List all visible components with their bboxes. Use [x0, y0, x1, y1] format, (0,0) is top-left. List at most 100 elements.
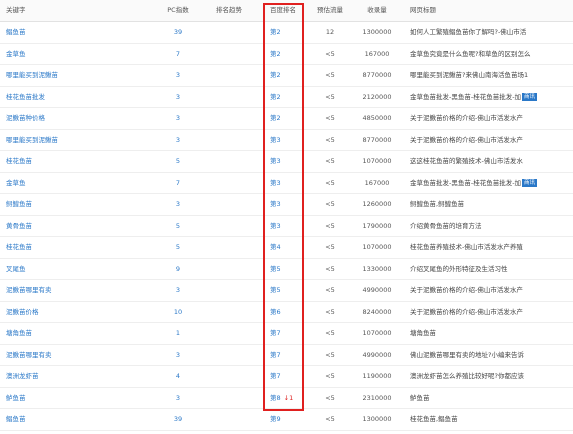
est-flow-value: <5	[325, 157, 335, 165]
header-baidu-rank[interactable]: 百度排名	[270, 0, 306, 21]
rank-value: 第5	[270, 264, 281, 273]
page-title-link[interactable]: 哪里能买到泥鳅苗?来佛山南海活鱼苗场1	[410, 65, 570, 86]
page-title-link[interactable]: 如何人工繁殖鲳鱼苗你了解吗?-佛山市活	[410, 22, 570, 43]
pc-index-link[interactable]: 3	[160, 65, 196, 86]
pc-index-link[interactable]: 3	[160, 194, 196, 215]
keyword-link[interactable]: 泥鳅苗哪里有卖	[6, 345, 136, 366]
page-title-link[interactable]: 塘角鱼苗	[410, 323, 570, 344]
page-title-link[interactable]: 佛山泥鳅苗哪里有卖的地址?小编来告诉	[410, 345, 570, 366]
keyword-link[interactable]: 桂花鱼苗	[6, 237, 136, 258]
page-title-link[interactable]: 桂花鱼苗养殖技术-佛山市活发水产养殖	[410, 237, 570, 258]
pc-index-link[interactable]: 3	[160, 130, 196, 151]
pc-index-link[interactable]: 3	[160, 87, 196, 108]
keyword-link[interactable]: 泥鳅苗价格	[6, 302, 136, 323]
page-title-link[interactable]: 这这桂花鱼苗的繁殖技术-佛山市活发水	[410, 151, 570, 172]
page-title-link[interactable]: 关于泥鳅苗价格的介绍-佛山市活发水产	[410, 302, 570, 323]
page-title-link[interactable]: 关于泥鳅苗价格的介绍-佛山市活发水产	[410, 108, 570, 129]
header-est-flow[interactable]: 预估流量	[312, 0, 348, 21]
baidu-rank-link[interactable]: 第2	[270, 87, 306, 108]
baidu-rank-link[interactable]: 第4	[270, 237, 306, 258]
pc-index-link[interactable]: 1	[160, 323, 196, 344]
keyword-link[interactable]: 金草鱼	[6, 173, 136, 194]
page-title-link[interactable]: 关于泥鳅苗价格的介绍-佛山市活发水产	[410, 280, 570, 301]
pc-index-link[interactable]: 5	[160, 237, 196, 258]
pc-index-link[interactable]: 3	[160, 345, 196, 366]
baidu-rank-link[interactable]: 第5	[270, 259, 306, 280]
baidu-rank-link[interactable]: 第7	[270, 323, 306, 344]
table-row: 金草鱼 7 第2 <5 167000 金草鱼究竟是什么鱼呢?和草鱼的区别怎么	[0, 44, 573, 65]
baidu-rank-link[interactable]: 第2	[270, 65, 306, 86]
baidu-rank-link[interactable]: 第2	[270, 44, 306, 65]
pc-index-link[interactable]: 5	[160, 216, 196, 237]
pc-index-link[interactable]: 7	[160, 44, 196, 65]
table-row: 泥鳅苗哪里有卖 3 第5 <5 4990000 关于泥鳅苗价格的介绍-佛山市活发水产	[0, 280, 573, 302]
keyword-link[interactable]: 鲟鳇鱼苗	[6, 194, 136, 215]
indexed-count: 4850000	[362, 114, 392, 122]
baidu-rank-link[interactable]: 第2	[270, 22, 306, 43]
page-title-link[interactable]: 金草鱼究竟是什么鱼呢?和草鱼的区别怎么	[410, 44, 570, 65]
page-title-link[interactable]: 关于泥鳅苗价格的介绍-佛山市活发水产	[410, 130, 570, 151]
header-indexed[interactable]: 收录量	[352, 0, 402, 21]
page-title-text: 关于泥鳅苗价格的介绍-佛山市活发水产	[410, 286, 523, 294]
rank-value: 第2	[270, 71, 281, 79]
table-row: 澳洲龙虾苗 4 第7 <5 1190000 澳洲龙虾苗怎么养殖比较好呢?你都应该	[0, 366, 573, 388]
baidu-rank-link[interactable]: 第7	[270, 366, 306, 387]
keyword-link[interactable]: 桂花鱼苗批发	[6, 87, 136, 108]
rank-value: 第7	[270, 329, 281, 337]
baidu-rank-link[interactable]: 第7	[270, 345, 306, 366]
page-title-text: 哪里能买到泥鳅苗?来佛山南海活鱼苗场1	[410, 71, 529, 79]
page-title-link[interactable]: 金草鱼苗批发-黑鱼苗-桂花鱼苗批发-加 商讯	[410, 87, 570, 108]
keyword-link[interactable]: 鲳鱼苗	[6, 409, 136, 430]
baidu-rank-link[interactable]: 第6	[270, 302, 306, 323]
page-title-link[interactable]: 澳洲龙虾苗怎么养殖比较好呢?你都应该	[410, 366, 570, 387]
page-title-link[interactable]: 介绍黄骨鱼苗的培育方法	[410, 216, 570, 237]
baidu-rank-link[interactable]: 第3	[270, 173, 306, 194]
pc-index-link[interactable]: 39	[160, 409, 196, 430]
page-title-link[interactable]: 鲈鱼苗	[410, 388, 570, 409]
keyword-link[interactable]: 黄骨鱼苗	[6, 216, 136, 237]
pc-index-link[interactable]: 5	[160, 151, 196, 172]
header-pc-index[interactable]: PC指数	[160, 0, 196, 21]
keyword-link[interactable]: 泥鳅苗种价格	[6, 108, 136, 129]
table-row: 泥鳅苗哪里有卖 3 第7 <5 4990000 佛山泥鳅苗哪里有卖的地址?小编来告诉	[0, 345, 573, 366]
pc-index-link[interactable]: 3	[160, 108, 196, 129]
baidu-rank-link[interactable]: 第5	[270, 280, 306, 301]
baidu-rank-link[interactable]: 第2	[270, 108, 306, 129]
indexed-count: 167000	[364, 49, 390, 58]
baidu-rank-link[interactable]: 第3	[270, 151, 306, 172]
page-title-text: 如何人工繁殖鲳鱼苗你了解吗?-佛山市活	[410, 28, 527, 36]
keyword-link[interactable]: 塘角鱼苗	[6, 323, 136, 344]
keyword-link[interactable]: 澳洲龙虾苗	[6, 366, 136, 387]
pc-index-link[interactable]: 3	[160, 388, 196, 409]
keyword-link[interactable]: 鲳鱼苗	[6, 22, 136, 43]
page-title-text: 塘角鱼苗	[410, 329, 436, 337]
page-title-link[interactable]: 金草鱼苗批发-黑鱼苗-桂花鱼苗批发-加 商讯	[410, 173, 570, 194]
keyword-link[interactable]: 桂花鱼苗	[6, 151, 136, 172]
header-keyword[interactable]: 关键字	[6, 0, 136, 21]
keyword-link[interactable]: 哪里能买到泥鳅苗	[6, 130, 136, 151]
pc-index-link[interactable]: 10	[160, 302, 196, 323]
pc-index-link[interactable]: 9	[160, 259, 196, 280]
keyword-link[interactable]: 泥鳅苗哪里有卖	[6, 280, 136, 301]
page-title-link[interactable]: 介绍叉尾鱼的外形特征及生活习性	[410, 259, 570, 280]
pc-index-link[interactable]: 39	[160, 22, 196, 43]
table-row: 叉尾鱼 9 第5 <5 1330000 介绍叉尾鱼的外形特征及生活习性	[0, 259, 573, 280]
baidu-rank-link[interactable]: 第3	[270, 194, 306, 215]
page-title-text: 澳洲龙虾苗怎么养殖比较好呢?你都应该	[410, 372, 524, 380]
pc-index-link[interactable]: 3	[160, 280, 196, 301]
baidu-rank-link[interactable]: 第3	[270, 130, 306, 151]
baidu-rank-link[interactable]: 第9	[270, 409, 306, 430]
keyword-link[interactable]: 鲈鱼苗	[6, 388, 136, 409]
keyword-link[interactable]: 金草鱼	[6, 44, 136, 65]
table-header: 关键字 PC指数 排名趋势 百度排名 预估流量 收录量 网页标题	[0, 0, 573, 22]
page-title-text: 关于泥鳅苗价格的介绍-佛山市活发水产	[410, 307, 523, 316]
keyword-link[interactable]: 叉尾鱼	[6, 259, 136, 280]
keyword-link[interactable]: 哪里能买到泥鳅苗	[6, 65, 136, 86]
baidu-rank-link[interactable]: 第3	[270, 216, 306, 237]
pc-index-link[interactable]: 7	[160, 173, 196, 194]
page-title-link[interactable]: 桂花鱼苗,鲳鱼苗	[410, 409, 570, 430]
baidu-rank-link[interactable]: 第8 ↓1	[270, 388, 306, 409]
page-title-link[interactable]: 鲟鳇鱼苗,鲟鳇鱼苗	[410, 194, 570, 215]
table-row: 鲳鱼苗 39 第2 12 1300000 如何人工繁殖鲳鱼苗你了解吗?-佛山市活	[0, 22, 573, 44]
pc-index-link[interactable]: 4	[160, 366, 196, 387]
